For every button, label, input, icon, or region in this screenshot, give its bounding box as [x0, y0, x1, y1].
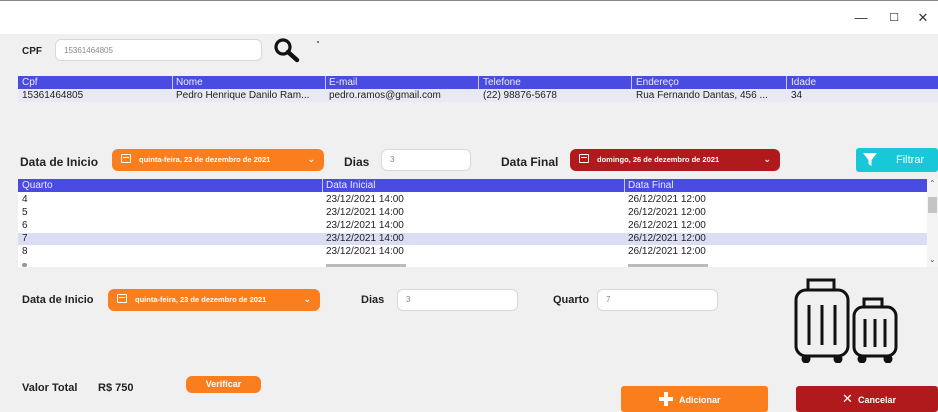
booking-start-date-text: quinta-feira, 23 de dezembro de 2021 — [135, 295, 267, 304]
rooms-table-header: Quarto Data Inicial Data Final — [18, 179, 927, 192]
column-header-idade[interactable]: Idade — [791, 76, 816, 89]
filter-end-datepicker[interactable]: domingo, 26 de dezembro de 2021 ⌄ — [570, 149, 780, 171]
filter-end-label: Data Final — [501, 155, 559, 169]
filter-start-label: Data de Inicio — [20, 155, 99, 169]
column-header-quarto[interactable]: Quarto — [22, 179, 53, 192]
column-header-endereco[interactable]: Endereço — [636, 76, 679, 89]
filter-funnel-icon — [863, 153, 877, 166]
table-row[interactable]: 6 23/12/2021 14:00 26/12/2021 12:00 — [18, 220, 927, 232]
booking-room-label: Quarto — [553, 294, 590, 306]
calendar-icon — [121, 154, 131, 163]
minimize-button[interactable]: — — [852, 11, 870, 25]
column-header-telefone[interactable]: Telefone — [483, 76, 521, 89]
cell-email: pedro.ramos@gmail.com — [329, 90, 441, 101]
cancel-button-label: Cancelar — [858, 395, 897, 405]
cell-data-inicial: 23/12/2021 14:00 — [326, 194, 404, 205]
booking-start-datepicker[interactable]: quinta-feira, 23 de dezembro de 2021 ⌄ — [108, 289, 320, 311]
dot-marker — [317, 41, 319, 43]
cell-data-inicial: 23/12/2021 14:00 — [326, 207, 404, 218]
add-button[interactable]: Adicionar — [621, 386, 768, 412]
filter-start-datepicker[interactable]: quinta-feira, 23 de dezembro de 2021 ⌄ — [112, 149, 324, 171]
cell-quarto: 5 — [22, 207, 28, 218]
cell-data-inicial: 23/12/2021 14:00 — [326, 233, 404, 244]
filter-start-date-text: quinta-feira, 23 de dezembro de 2021 — [139, 155, 271, 164]
filter-days-label: Dias — [344, 155, 370, 169]
client-table[interactable]: Cpf Nome E-mail Telefone Endereço Idade … — [18, 76, 938, 102]
scrollbar-thumb[interactable] — [928, 197, 937, 213]
cell-quarto: 4 — [22, 194, 28, 205]
cell-idade: 34 — [791, 90, 803, 101]
cell-data-inicial: 23/12/2021 14:00 — [326, 246, 404, 257]
cpf-input[interactable]: 15361464805 — [55, 39, 262, 61]
total-value: R$ 750 — [98, 382, 134, 394]
table-row[interactable]: 4 23/12/2021 14:00 26/12/2021 12:00 — [18, 194, 927, 206]
filter-days-input[interactable]: 3 — [381, 149, 471, 171]
filter-button-label: Filtrar — [896, 154, 925, 166]
maximize-button[interactable]: ☐ — [885, 11, 903, 25]
plus-icon — [659, 392, 673, 406]
calendar-icon — [117, 294, 127, 303]
cell-data-final: 26/12/2021 12:00 — [628, 220, 706, 231]
booking-days-input[interactable]: 3 — [397, 289, 518, 311]
booking-room-input[interactable]: 7 — [597, 289, 718, 311]
total-label: Valor Total — [22, 382, 78, 394]
table-row-partial — [18, 259, 927, 267]
filter-button[interactable]: Filtrar — [856, 148, 938, 172]
rooms-table-scrollbar[interactable]: ⌃ ⌄ — [927, 179, 938, 267]
magnifier-icon[interactable] — [273, 37, 301, 63]
chevron-down-icon: ⌄ — [303, 294, 311, 304]
chevron-down-icon: ⌄ — [763, 154, 771, 164]
chevron-down-icon: ⌄ — [307, 154, 315, 164]
rooms-table[interactable]: Quarto Data Inicial Data Final 4 23/12/2… — [18, 179, 927, 267]
verify-button[interactable]: Verificar — [186, 376, 261, 393]
cell-quarto: 7 — [22, 233, 28, 244]
filter-end-date-text: domingo, 26 de dezembro de 2021 — [597, 155, 720, 164]
luggage-icon — [792, 277, 910, 364]
cell-endereco: Rua Fernando Dantas, 456 ... — [636, 90, 768, 101]
table-row-selected[interactable]: 7 23/12/2021 14:00 26/12/2021 12:00 — [18, 233, 927, 245]
booking-days-label: Dias — [361, 294, 385, 306]
cell-quarto: 6 — [22, 220, 28, 231]
column-header-cpf[interactable]: Cpf — [22, 76, 38, 89]
cancel-button[interactable]: ✕ Cancelar — [796, 386, 938, 412]
cell-data-final: 26/12/2021 12:00 — [628, 207, 706, 218]
table-row[interactable]: 8 23/12/2021 14:00 26/12/2021 12:00 — [18, 246, 927, 258]
close-icon: ✕ — [842, 391, 853, 406]
scroll-down-icon[interactable]: ⌄ — [929, 255, 936, 264]
cell-data-final: 26/12/2021 12:00 — [628, 233, 706, 244]
cell-cpf: 15361464805 — [22, 90, 84, 101]
table-row[interactable]: 5 23/12/2021 14:00 26/12/2021 12:00 — [18, 207, 927, 219]
cell-quarto: 8 — [22, 246, 28, 257]
calendar-icon — [579, 154, 589, 163]
client-table-header: Cpf Nome E-mail Telefone Endereço Idade — [18, 76, 938, 89]
close-window-button[interactable]: ✕ — [914, 11, 932, 25]
cell-telefone: (22) 98876-5678 — [483, 90, 557, 101]
cell-data-final: 26/12/2021 12:00 — [628, 194, 706, 205]
scroll-up-icon[interactable]: ⌃ — [929, 179, 936, 188]
cell-nome: Pedro Henrique Danilo Ram... — [176, 90, 310, 101]
booking-start-label: Data de Inicio — [22, 294, 94, 306]
cpf-label: CPF — [22, 46, 42, 57]
window-title-bar: — ☐ ✕ — [0, 0, 938, 34]
cell-data-final: 26/12/2021 12:00 — [628, 246, 706, 257]
add-button-label: Adicionar — [679, 395, 721, 405]
column-header-data-final[interactable]: Data Final — [628, 179, 674, 192]
table-row[interactable]: 15361464805 Pedro Henrique Danilo Ram...… — [18, 90, 938, 102]
column-header-email[interactable]: E-mail — [329, 76, 357, 89]
column-header-data-inicial[interactable]: Data Inicial — [326, 179, 375, 192]
column-header-nome[interactable]: Nome — [176, 76, 203, 89]
cell-data-inicial: 23/12/2021 14:00 — [326, 220, 404, 231]
